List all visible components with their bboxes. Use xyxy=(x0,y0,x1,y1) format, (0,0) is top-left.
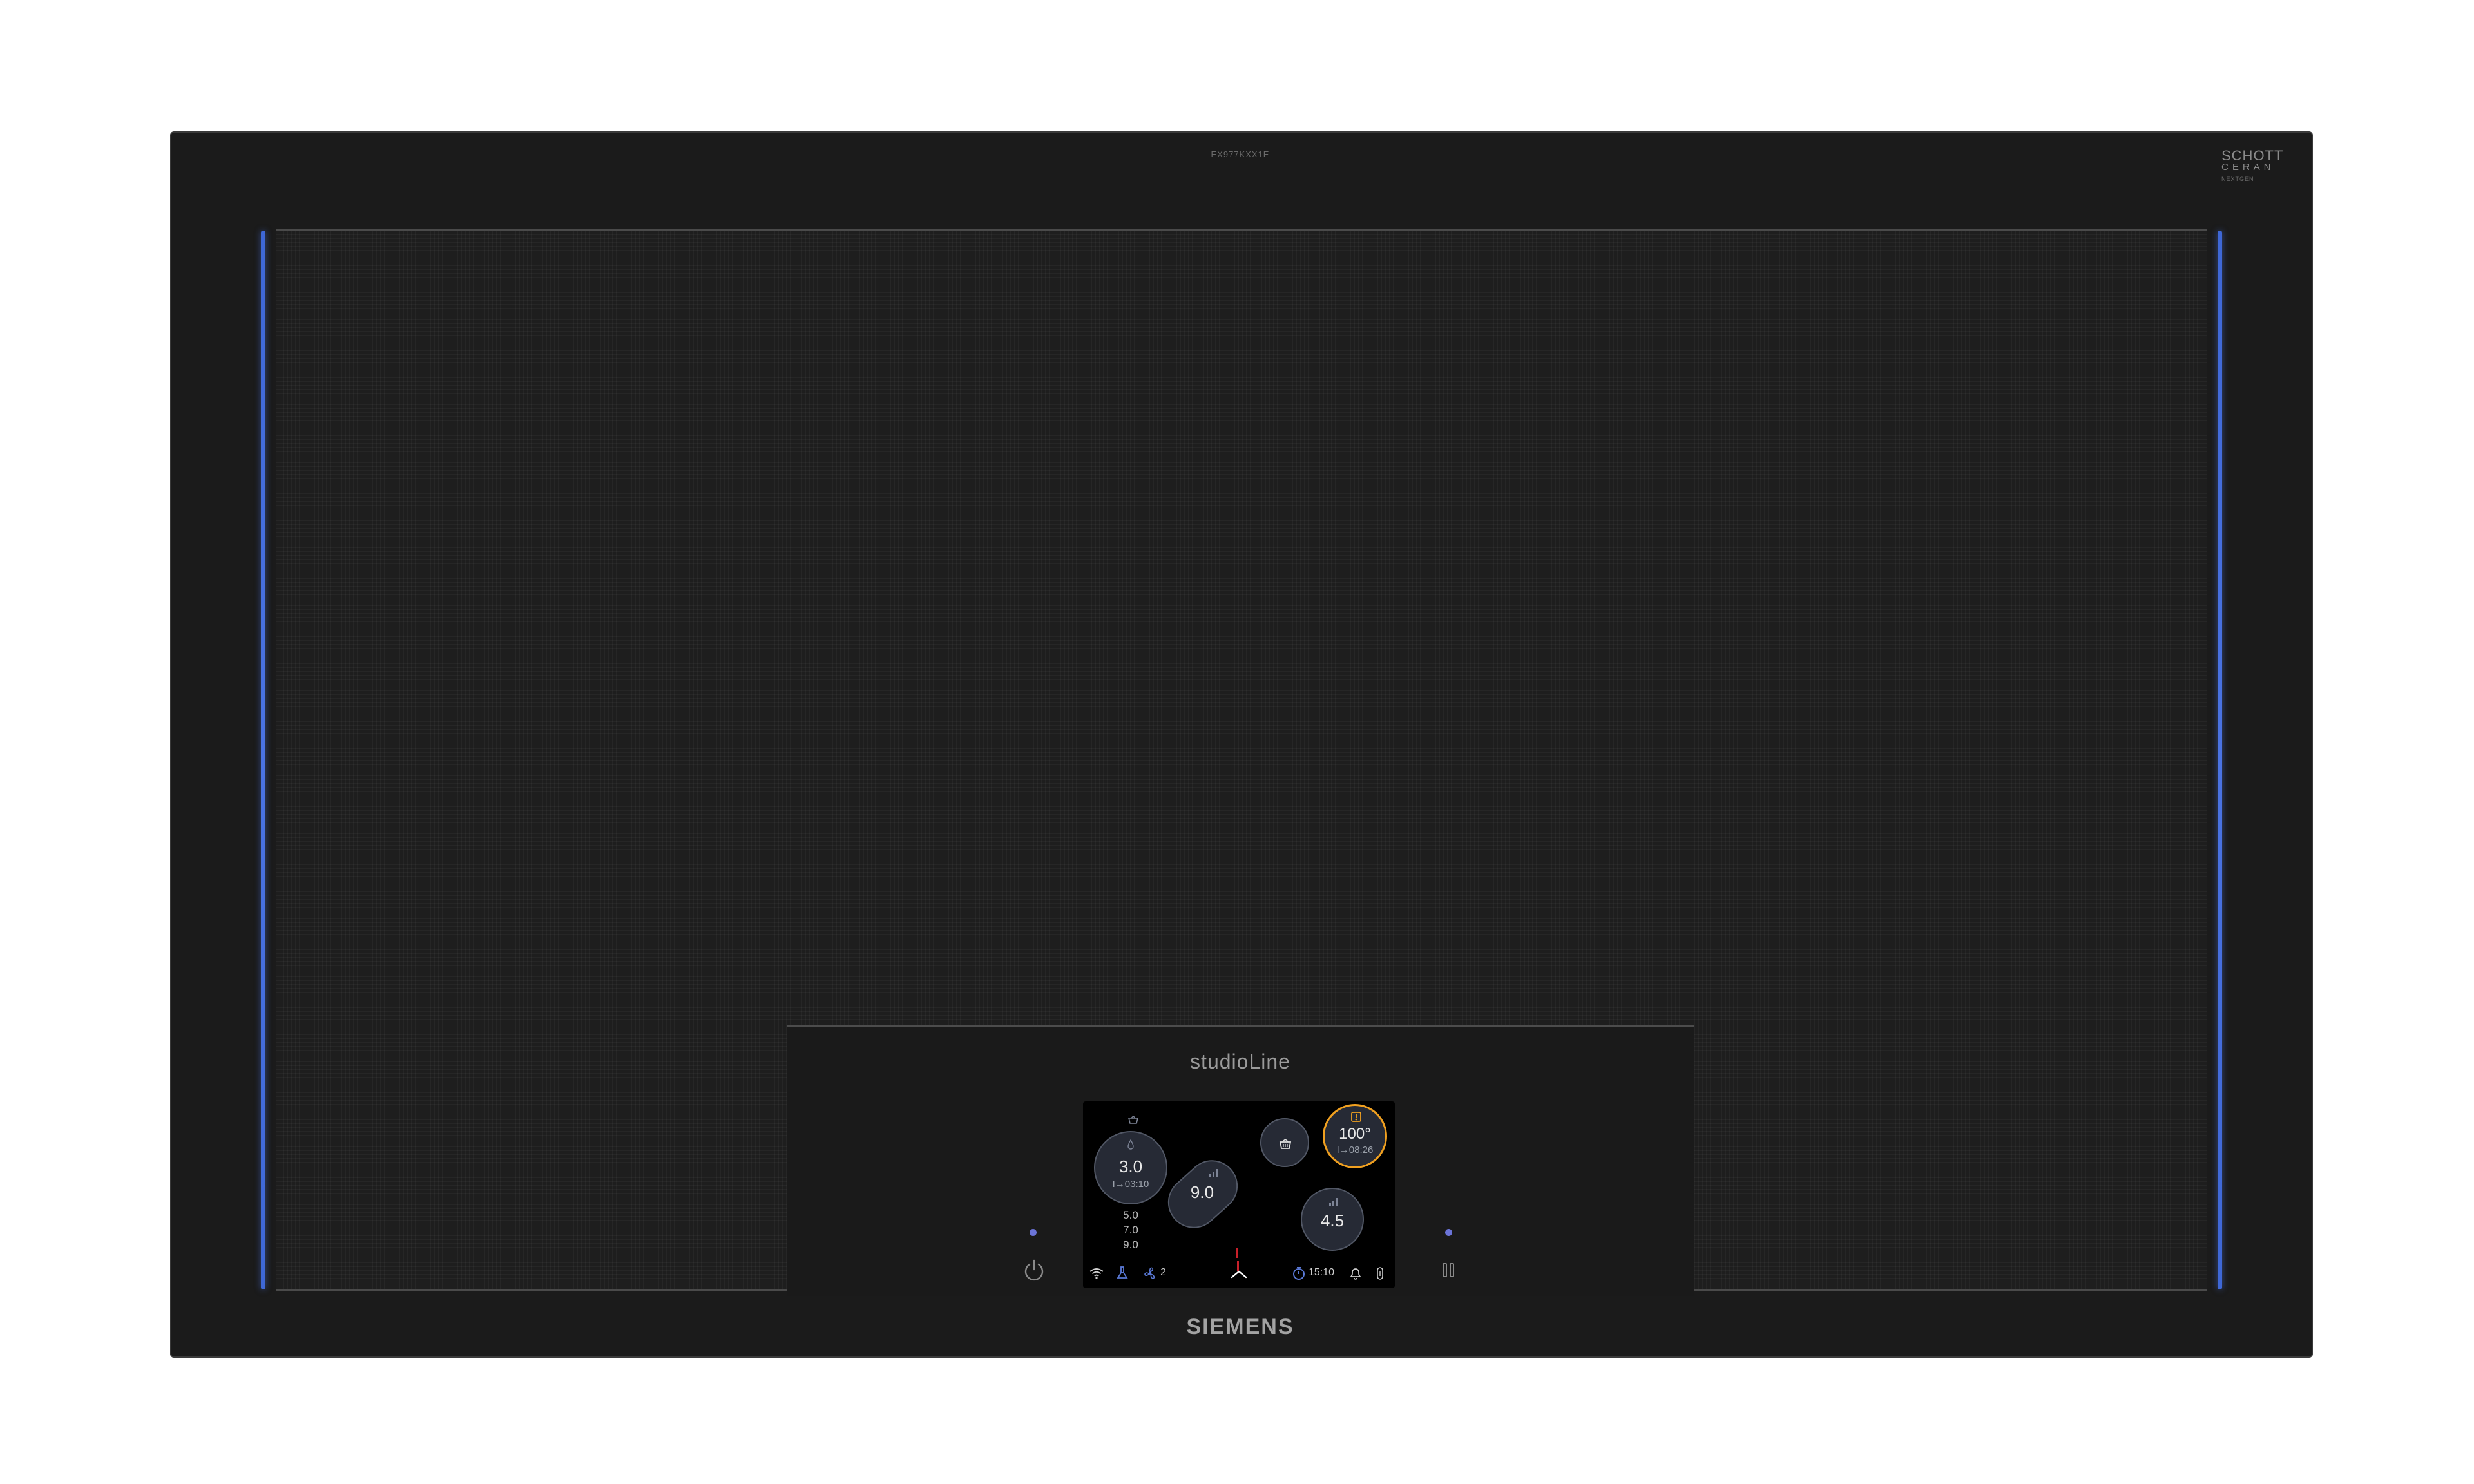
level-stack: 5.0 7.0 9.0 xyxy=(1107,1209,1155,1260)
fan-icon[interactable] xyxy=(1141,1265,1159,1282)
level-stack-item[interactable]: 9.0 xyxy=(1107,1239,1155,1251)
zone-front-left-level: 3.0 xyxy=(1118,1157,1143,1176)
fan-level: 2 xyxy=(1160,1267,1166,1278)
touch-display[interactable]: 3.0 I→03:10 5.0 7.0 9.0 9.0 100° I→08:26… xyxy=(1083,1101,1395,1288)
frying-basket-icon xyxy=(1277,1135,1294,1152)
pan-sensor-icon xyxy=(1349,1110,1363,1124)
basket-icon xyxy=(1126,1113,1141,1126)
pause-indicator-dot xyxy=(1445,1229,1452,1236)
pause-icon xyxy=(1443,1263,1454,1277)
zone-top-center[interactable] xyxy=(1260,1118,1309,1167)
brand-logo: SIEMENS xyxy=(1186,1315,1294,1339)
right-zone-light xyxy=(2218,231,2222,1289)
wifi-icon[interactable] xyxy=(1087,1265,1106,1282)
zone-top-right-timer: I→08:26 xyxy=(1336,1145,1374,1156)
glass-brand-line1: SCHOTT xyxy=(2221,147,2284,164)
schott-ceran-logo: SCHOTT CERAN NEXTGEN xyxy=(2221,149,2299,186)
pot-icon xyxy=(1124,1139,1137,1150)
zone-front-left[interactable]: 3.0 I→03:10 xyxy=(1094,1131,1167,1204)
residual-heat-marker xyxy=(1236,1248,1242,1271)
power-button[interactable] xyxy=(1015,1251,1053,1289)
level-stack-item[interactable]: 7.0 xyxy=(1107,1224,1155,1237)
zone-right-level: 4.5 xyxy=(1320,1211,1345,1230)
zone-front-left-timer: I→03:10 xyxy=(1112,1179,1149,1190)
stopwatch-icon[interactable] xyxy=(1290,1265,1307,1282)
child-lock-icon[interactable] xyxy=(1373,1265,1387,1282)
zone-top-right[interactable]: 100° I→08:26 xyxy=(1323,1104,1387,1168)
glass-brand-line2: CERAN xyxy=(2221,162,2275,173)
left-zone-light xyxy=(261,231,265,1289)
hood-icon[interactable] xyxy=(1114,1265,1131,1282)
zone-top-right-temperature: 100° xyxy=(1339,1125,1371,1143)
power-indicator-dot xyxy=(1030,1229,1037,1236)
pause-button[interactable] xyxy=(1429,1251,1468,1289)
power-icon xyxy=(1024,1259,1044,1281)
studioline-label: studioLine xyxy=(1190,1050,1290,1073)
zone-right[interactable]: 4.5 xyxy=(1301,1188,1364,1251)
zone-center-level: 9.0 xyxy=(1190,1183,1214,1202)
model-number: EX977KXX1E xyxy=(1211,149,1270,159)
clock: 15:10 xyxy=(1309,1267,1335,1278)
bell-icon[interactable] xyxy=(1347,1265,1365,1282)
level-stack-item[interactable]: 5.0 xyxy=(1107,1209,1155,1222)
level-bars-icon xyxy=(1206,1166,1220,1180)
level-bars-icon xyxy=(1327,1195,1339,1208)
chevron-up-icon[interactable] xyxy=(1229,1266,1249,1282)
glass-brand-line3: NEXTGEN xyxy=(2221,176,2254,182)
